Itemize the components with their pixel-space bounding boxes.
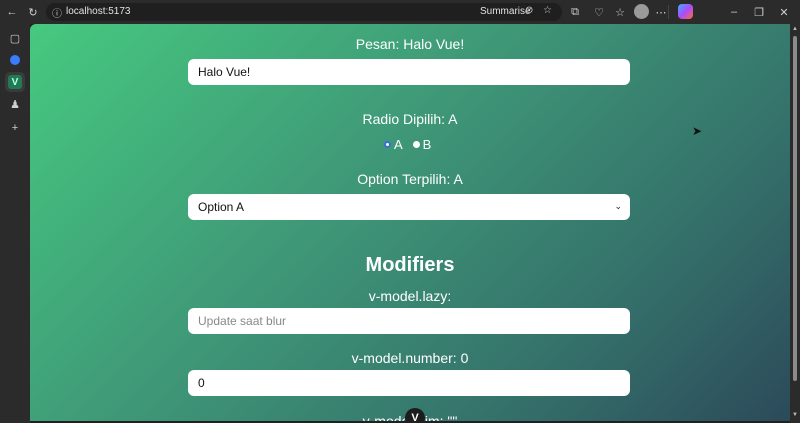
mouse-cursor-icon: ➤	[692, 124, 703, 138]
address-bar[interactable]: ⓘ localhost:5173 Summarise ⊘ ☆	[46, 3, 562, 21]
option-select[interactable]: Option A ⌄	[188, 194, 630, 220]
browser-toolbar: ← ↻ ⓘ localhost:5173 Summarise ⊘ ☆ ⧉ ♡ ☆…	[0, 0, 800, 24]
page-viewport: Pesan: Halo Vue! Halo Vue! Radio Dipilih…	[30, 24, 790, 421]
number-input[interactable]: 0	[188, 370, 630, 396]
lazy-input[interactable]: Update saat blur	[188, 308, 630, 334]
scroll-down-icon[interactable]: ▼	[792, 412, 798, 418]
add-icon[interactable]: +	[5, 118, 25, 138]
radio-b-label: B	[422, 137, 432, 152]
address-url[interactable]: localhost:5173	[66, 6, 131, 17]
radio-group: A B	[384, 137, 431, 152]
extensions-icon[interactable]: ⧉	[567, 4, 583, 20]
pesan-input[interactable]: Halo Vue!	[188, 59, 630, 85]
pesan-label: Pesan: Halo Vue!	[355, 36, 465, 52]
radio-a-label: A	[394, 137, 403, 152]
radio-a-button[interactable]	[384, 141, 391, 148]
toolbar-divider	[668, 5, 669, 19]
select-value: Option A	[198, 200, 245, 214]
page-scrollbar[interactable]: ▲ ▼	[790, 24, 800, 423]
vertical-sidebar: ▢ V ♟ +	[0, 24, 30, 423]
radio-option-b[interactable]: B	[412, 137, 432, 152]
more-icon[interactable]: ⋯	[653, 4, 669, 20]
profile-avatar[interactable]	[634, 4, 649, 19]
summarise-button[interactable]: Summarise	[480, 6, 531, 17]
radio-label: Radio Dipilih: A	[362, 111, 458, 127]
copilot-icon[interactable]	[678, 4, 693, 19]
vue-app-icon[interactable]: V	[5, 72, 25, 92]
scroll-thumb[interactable]	[793, 36, 797, 381]
radio-option-a[interactable]: A	[384, 137, 403, 152]
modifiers-heading: Modifiers	[365, 254, 455, 276]
vue-devtools-icon[interactable]: V	[405, 408, 425, 421]
refresh-icon[interactable]: ↻	[25, 4, 41, 20]
lazy-label: v-model.lazy:	[368, 288, 452, 304]
browser-essentials-icon[interactable]: ♡	[591, 4, 607, 20]
collections-icon[interactable]: ☆	[612, 4, 628, 20]
option-label: Option Terpilih: A	[357, 171, 463, 187]
minimize-icon[interactable]: –	[726, 4, 742, 20]
scroll-up-icon[interactable]: ▲	[792, 26, 798, 32]
chevron-down-icon: ⌄	[614, 201, 622, 211]
app-icon[interactable]: ♟	[5, 94, 25, 114]
restore-icon[interactable]: ❐	[751, 4, 767, 20]
copilot-sidebar-icon[interactable]	[5, 50, 25, 70]
favorite-icon[interactable]: ☆	[543, 5, 552, 16]
site-info-icon[interactable]: ⓘ	[52, 5, 62, 20]
tabs-icon[interactable]: ▢	[5, 28, 25, 48]
back-icon[interactable]: ←	[4, 4, 20, 20]
radio-b-button[interactable]	[412, 141, 420, 148]
close-icon[interactable]: ✕	[776, 4, 792, 20]
translate-icon[interactable]: ⊘	[525, 5, 533, 16]
number-label: v-model.number: 0	[351, 350, 469, 366]
